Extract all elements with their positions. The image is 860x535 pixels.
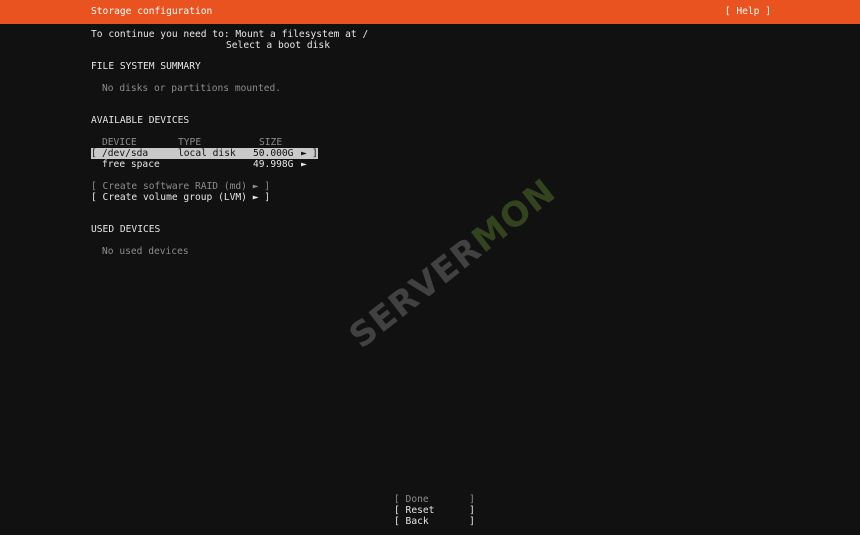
column-device: DEVICE [102, 137, 137, 148]
device-type: local disk [178, 148, 236, 159]
device-row-free-space[interactable]: free space 49.998G ► [91, 159, 318, 170]
arrow-right-icon: ► [301, 159, 307, 170]
fs-summary-empty: No disks or partitions mounted. [102, 83, 282, 94]
back-button[interactable]: [ Back ] [394, 516, 475, 527]
column-size: SIZE [259, 137, 283, 148]
create-raid-button[interactable]: [ Create software RAID (md) ► ] [91, 181, 270, 192]
watermark-logo: SERVERMON [342, 171, 564, 357]
column-type: TYPE [178, 137, 202, 148]
device-name: /dev/sda [102, 148, 149, 159]
device-row-sda[interactable]: [ /dev/sda local disk 50.000G ► ] [91, 148, 318, 159]
device-size: 50.000G [253, 148, 294, 159]
reset-button[interactable]: [ Reset ] [394, 505, 475, 516]
device-table-header: DEVICE TYPE SIZE [91, 137, 321, 148]
device-size: 49.998G [253, 159, 294, 170]
arrow-right-icon: ► [301, 148, 307, 159]
used-devices-empty: No used devices [102, 246, 189, 257]
create-lvm-button[interactable]: [ Create volume group (LVM) ► ] [91, 192, 270, 203]
available-devices-heading: AVAILABLE DEVICES [91, 115, 190, 126]
fs-summary-heading: FILE SYSTEM SUMMARY [91, 61, 201, 72]
device-name: free space [102, 159, 160, 170]
header-bar: Storage configuration [ Help ] [0, 0, 860, 24]
page-title: Storage configuration [91, 6, 213, 17]
intro-line-1: To continue you need to: Mount a filesys… [91, 29, 369, 40]
row-open-bracket: [ [91, 148, 97, 159]
used-devices-heading: USED DEVICES [91, 224, 161, 235]
help-button[interactable]: [ Help ] [725, 6, 771, 17]
intro-line-2: Select a boot disk [226, 40, 330, 51]
row-close-bracket: ] [312, 148, 318, 159]
done-button[interactable]: [ Done ] [394, 494, 475, 505]
